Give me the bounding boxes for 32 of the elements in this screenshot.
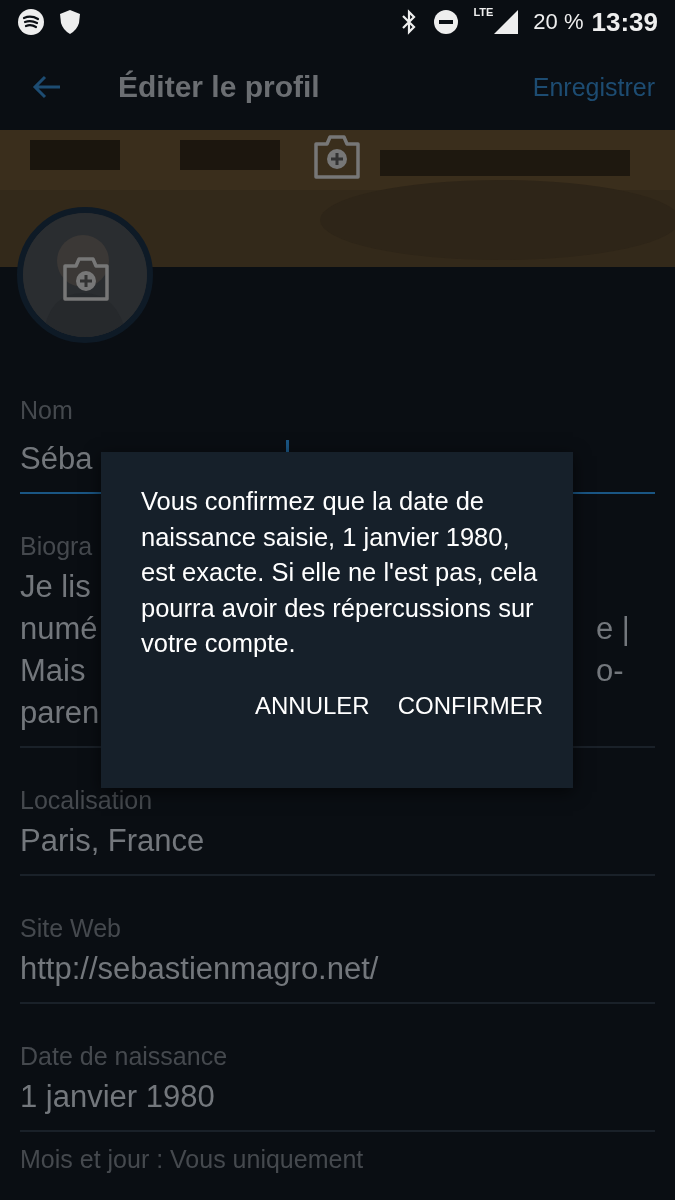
field-label: Date de naissance [20,1041,228,1072]
screen-title: Éditer le profil [118,70,320,104]
field-value: o- [596,652,624,690]
field-value: 1 janvier 1980 [20,1078,215,1116]
field-value: http://sebastienmagro.net/ [20,950,379,988]
field-value: paren [20,694,100,732]
field-value: numé [20,610,98,648]
do-not-disturb-icon [433,9,460,35]
field-value: Je lis [20,568,91,606]
field-value: Séba [20,440,93,478]
signal-icon [493,9,520,35]
field-value: Paris, France [20,822,205,860]
add-photo-icon[interactable] [312,134,362,180]
text-field[interactable]: Site Web http://sebastienmagro.net/ [20,876,655,1004]
music-app-icon [17,8,45,36]
field-value: Mais [20,652,86,690]
field-label: Localisation [20,785,153,816]
field-value: e | [596,610,630,648]
field-label: Site Web [20,913,121,944]
add-photo-icon[interactable] [61,256,111,302]
battery-percent: 20 % [533,9,584,35]
dialog-button[interactable]: CONFIRMER [389,683,551,728]
save-button[interactable]: Enregistrer [532,72,655,102]
field-hint: Mois et jour : Vous uniquement [20,1144,364,1174]
field-label: Biogra [20,531,93,562]
text-field[interactable]: Date de naissance 1 janvier 1980 [20,1004,655,1132]
dialog-button[interactable]: ANNULER [246,683,378,728]
network-type: LTE [473,6,494,18]
field-label: Nom [20,395,73,426]
back-arrow-icon[interactable] [32,75,62,99]
clock: 13:39 [591,6,658,38]
shield-icon [59,9,81,35]
